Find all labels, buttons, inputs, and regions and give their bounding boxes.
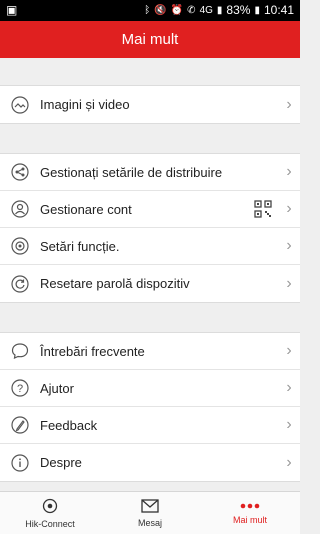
chevron-right-icon: › bbox=[286, 342, 292, 359]
menu-item-label: Întrebări frecvente bbox=[40, 343, 145, 359]
info-icon bbox=[0, 453, 40, 472]
bottom-tab-bar: Hik-Connect Mesaj Mai mult bbox=[0, 491, 300, 534]
menu-item-account[interactable]: Gestionare cont › bbox=[0, 191, 300, 228]
image-icon bbox=[0, 95, 40, 114]
menu-item-label: Ajutor bbox=[40, 380, 74, 396]
chevron-right-icon: › bbox=[286, 453, 292, 471]
chevron-right-icon: › bbox=[286, 95, 292, 113]
tab-hik-connect[interactable]: Hik-Connect bbox=[0, 492, 100, 534]
faq-icon bbox=[0, 342, 40, 360]
menu-item-images-video[interactable]: Imagini și video › bbox=[0, 86, 300, 123]
menu-item-faq[interactable]: Întrebări frecvente › bbox=[0, 333, 300, 370]
help-icon: ? bbox=[0, 379, 40, 397]
status-bar: ▣ ᛒ 🔇 ⏰ ✆ 4G ▮ 83% ▮ 10:41 bbox=[0, 0, 300, 21]
signal-icon: ▮ bbox=[216, 4, 223, 16]
media-section: Imagini și video › bbox=[0, 85, 300, 124]
qr-code-icon[interactable] bbox=[254, 200, 272, 218]
menu-item-label: Setări funcție. bbox=[40, 238, 120, 254]
chevron-right-icon: › bbox=[286, 379, 292, 396]
feedback-icon bbox=[0, 416, 40, 434]
user-icon bbox=[0, 200, 40, 218]
menu-item-label: Gestionare cont bbox=[40, 201, 132, 217]
battery-level: 83% bbox=[226, 3, 251, 17]
menu-item-label: Resetare parolă dispozitiv bbox=[40, 276, 190, 291]
tab-mesaj[interactable]: Mesaj bbox=[100, 492, 200, 534]
support-section: Întrebări frecvente › ? Ajutor › Feedbac… bbox=[0, 332, 300, 482]
clock: 10:41 bbox=[263, 3, 294, 17]
page-title: Mai mult bbox=[0, 21, 300, 58]
menu-item-about[interactable]: Despre › bbox=[0, 444, 300, 481]
chevron-right-icon: › bbox=[286, 274, 292, 292]
hik-connect-icon bbox=[42, 498, 58, 516]
bluetooth-icon: ᛒ bbox=[144, 4, 151, 16]
settings-section: Gestionați setările de distribuire › Ges… bbox=[0, 153, 300, 303]
tab-label: Hik-Connect bbox=[25, 518, 75, 529]
chevron-right-icon: › bbox=[286, 200, 292, 217]
menu-item-label: Imagini și video bbox=[40, 97, 130, 112]
menu-item-help[interactable]: ? Ajutor › bbox=[0, 370, 300, 407]
mute-icon: 🔇 bbox=[154, 4, 167, 16]
chevron-right-icon: › bbox=[286, 416, 292, 433]
chevron-right-icon: › bbox=[286, 237, 292, 254]
menu-item-feedback[interactable]: Feedback › bbox=[0, 407, 300, 444]
tab-label: Mai mult bbox=[232, 514, 267, 525]
settings-icon bbox=[0, 237, 40, 255]
battery-icon: ▮ bbox=[254, 4, 260, 16]
message-icon bbox=[141, 498, 159, 515]
menu-item-label: Gestionați setările de distribuire bbox=[40, 164, 223, 180]
menu-item-label: Feedback bbox=[40, 417, 98, 433]
alarm-icon: ⏰ bbox=[170, 4, 184, 16]
chevron-right-icon: › bbox=[286, 163, 292, 180]
svg-text:?: ? bbox=[17, 383, 23, 395]
menu-item-function-settings[interactable]: Setări funcție. › bbox=[0, 228, 300, 265]
tab-label: Mesaj bbox=[137, 517, 162, 528]
menu-item-label: Despre bbox=[40, 455, 82, 470]
notification-icon: ▣ bbox=[6, 3, 18, 17]
call-icon: ✆ bbox=[187, 4, 196, 16]
menu-item-reset-password[interactable]: Resetare parolă dispozitiv › bbox=[0, 265, 300, 302]
network-type: 4G bbox=[199, 4, 213, 16]
tab-mai-mult[interactable]: Mai mult bbox=[200, 492, 300, 534]
menu-item-share-settings[interactable]: Gestionați setările de distribuire › bbox=[0, 154, 300, 191]
more-icon bbox=[240, 502, 260, 512]
share-icon bbox=[0, 163, 40, 181]
reset-icon bbox=[0, 274, 40, 293]
